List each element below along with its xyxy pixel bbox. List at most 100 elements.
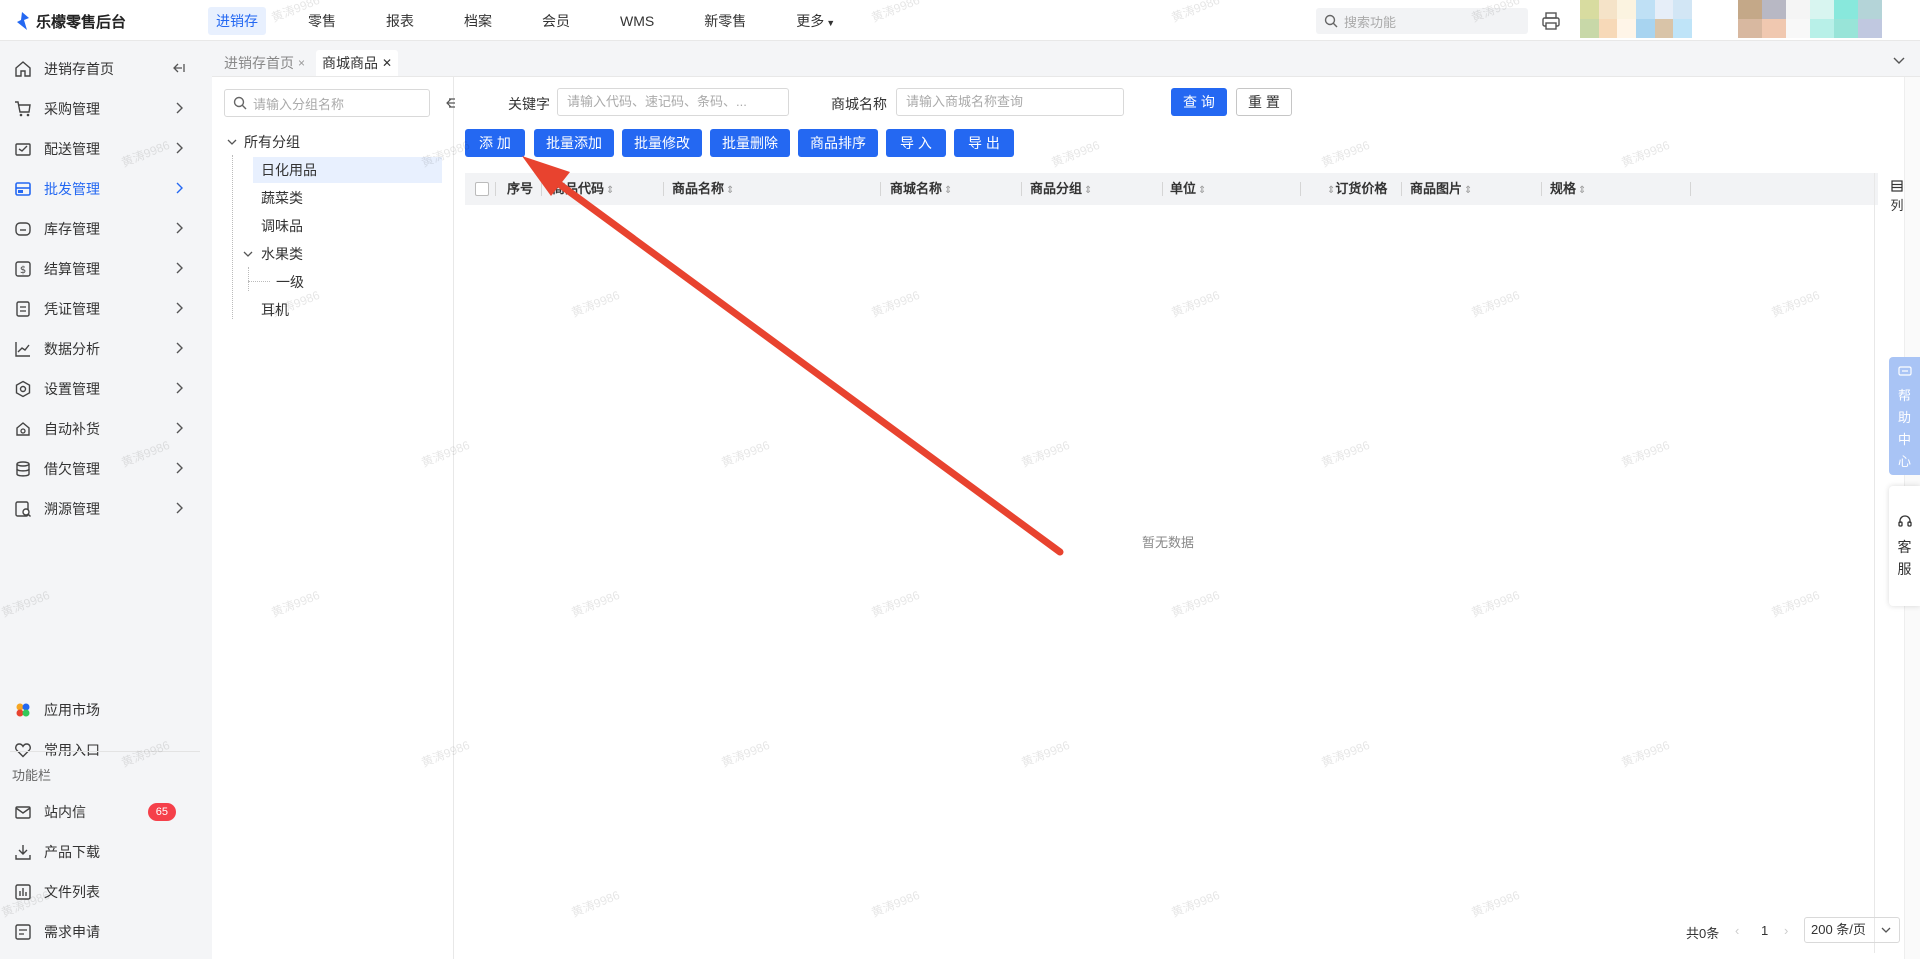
sidebar-item-settlement[interactable]: $ 结算管理 (0, 249, 200, 289)
topnav-item-jinxiaocun[interactable]: 进销存 (208, 7, 266, 35)
topnav-item-archive[interactable]: 档案 (456, 7, 500, 35)
chevron-right-icon (176, 502, 183, 514)
column-title: 商城名称 (890, 181, 943, 196)
next-page-icon[interactable]: › (1784, 923, 1788, 938)
sidebar-item-data-analysis[interactable]: 数据分析 (0, 329, 200, 369)
query-button[interactable]: 查 询 (1171, 88, 1227, 116)
tree-node-fruits[interactable]: 水果类 (261, 241, 303, 267)
sidebar-item-trace[interactable]: 溯源管理 (0, 489, 200, 529)
topnav-item-report[interactable]: 报表 (378, 7, 422, 35)
topnav-item-retail[interactable]: 零售 (300, 7, 344, 35)
chevron-right-icon (176, 142, 183, 154)
sidebar-item-favorites[interactable]: 常用入口 (0, 730, 200, 770)
service-char: 客 (1897, 539, 1912, 555)
column-header-code[interactable]: 商品代码 ⇕ (552, 173, 614, 205)
column-header-image[interactable]: 商品图片 ⇕ (1410, 173, 1472, 205)
help-chat-icon (1897, 366, 1912, 376)
download-icon (14, 843, 32, 861)
sidebar-item-debt[interactable]: 借欠管理 (0, 449, 200, 489)
batch-edit-button[interactable]: 批量修改 (622, 129, 702, 157)
help-char: 助 (1897, 410, 1911, 425)
collapse-sidebar-icon[interactable] (172, 61, 186, 75)
tree-node-level-one[interactable]: 一级 (276, 269, 304, 295)
group-search-input[interactable]: 请输入分组名称 (224, 89, 430, 117)
tree-node-root[interactable]: 所有分组 (244, 129, 300, 155)
sidebar-item-settings[interactable]: 设置管理 (0, 369, 200, 409)
sidebar-item-product-download[interactable]: 产品下载 (0, 832, 200, 872)
sidebar-item-label: 结算管理 (44, 261, 100, 277)
user-avatar-mosaic[interactable] (1580, 0, 1692, 38)
batch-add-button[interactable]: 批量添加 (534, 129, 614, 157)
batch-delete-button[interactable]: 批量删除 (710, 129, 790, 157)
column-header-mall-name[interactable]: 商城名称 ⇕ (890, 173, 952, 205)
help-center-button[interactable]: 帮 助 中 心 (1889, 357, 1920, 475)
sidebar-item-label: 溯源管理 (44, 501, 100, 517)
sidebar-item-messages[interactable]: 站内信 65 (0, 792, 200, 832)
sidebar-item-voucher[interactable]: 凭证管理 (0, 289, 200, 329)
import-button[interactable]: 导 入 (886, 129, 946, 157)
topnav-item-new-retail[interactable]: 新零售 (696, 7, 754, 35)
tab-label: 进销存首页 (224, 55, 294, 71)
sidebar-item-file-list[interactable]: 文件列表 (0, 872, 200, 912)
sidebar-item-wholesale[interactable]: 批发管理 (0, 169, 200, 209)
topnav-item-more[interactable]: 更多 ▼ (788, 7, 843, 35)
close-icon[interactable]: ✕ (382, 50, 392, 76)
tree-node-earphones[interactable]: 耳机 (261, 297, 289, 323)
sort-icon: ⇕ (1084, 185, 1093, 196)
settlement-icon: $ (14, 260, 32, 278)
wholesale-icon (14, 180, 32, 198)
tree-node-seasoning[interactable]: 调味品 (261, 213, 303, 239)
column-title: 规格 (1550, 181, 1577, 196)
sidebar-item-delivery[interactable]: 配送管理 (0, 129, 200, 169)
select-all-checkbox[interactable] (475, 182, 489, 196)
goods-sort-button[interactable]: 商品排序 (798, 129, 878, 157)
tree-node-daily-chemicals[interactable]: 日化用品 (253, 157, 442, 183)
sidebar-item-label: 采购管理 (44, 101, 100, 117)
topnav-item-member[interactable]: 会员 (534, 7, 578, 35)
tab-mall-goods[interactable]: 商城商品 ✕ (316, 50, 399, 76)
column-header-spec[interactable]: 规格 ⇕ (1550, 173, 1586, 205)
sidebar-item-purchase[interactable]: 采购管理 (0, 89, 200, 129)
customer-service-button[interactable]: 客 服 (1889, 486, 1920, 606)
chevron-down-icon (1881, 927, 1891, 933)
printer-icon[interactable] (1540, 10, 1562, 32)
expand-arrow-icon[interactable] (226, 136, 238, 148)
request-icon (14, 923, 32, 941)
keyword-input[interactable]: 请输入代码、速记码、条码、... (557, 88, 789, 116)
column-header-name[interactable]: 商品名称 ⇕ (672, 173, 734, 205)
app-market-icon (14, 701, 32, 719)
service-char: 服 (1897, 561, 1912, 577)
user-name-mosaic[interactable] (1738, 0, 1882, 38)
sidebar-item-inventory[interactable]: 库存管理 (0, 209, 200, 249)
sidebar-item-label: 数据分析 (44, 341, 100, 357)
column-header-order-price[interactable]: ⇕订货价格 (1325, 173, 1387, 205)
export-button[interactable]: 导 出 (954, 129, 1014, 157)
chevron-down-icon[interactable] (1892, 53, 1906, 67)
sidebar-item-home[interactable]: 进销存首页 (0, 49, 200, 89)
column-header-unit[interactable]: 单位 ⇕ (1170, 173, 1206, 205)
add-button[interactable]: 添 加 (465, 129, 525, 157)
sidebar-item-auto-restock[interactable]: 自动补货 (0, 409, 200, 449)
column-separator (1401, 182, 1402, 196)
mall-name-input[interactable]: 请输入商城名称查询 (896, 88, 1124, 116)
expand-arrow-icon[interactable] (242, 248, 254, 260)
sidebar-item-request[interactable]: 需求申请 (0, 912, 200, 952)
reset-button[interactable]: 重 置 (1236, 88, 1292, 116)
page-size-value: 200 条/页 (1811, 922, 1866, 937)
sidebar-item-app-market[interactable]: 应用市场 (0, 690, 200, 730)
tree-node-vegetables[interactable]: 蔬菜类 (261, 185, 303, 211)
prev-page-icon[interactable]: ‹ (1735, 923, 1739, 938)
keyword-label: 关键字 (508, 96, 550, 112)
page-number-1[interactable]: 1 (1761, 923, 1768, 938)
heart-icon (14, 741, 32, 759)
close-icon[interactable]: × (298, 50, 305, 76)
page-size-select[interactable]: 200 条/页 (1804, 917, 1900, 943)
sidebar-item-label: 库存管理 (44, 221, 100, 237)
topnav-item-wms[interactable]: WMS (612, 7, 662, 35)
brand[interactable]: 乐檬零售后台 (14, 10, 126, 32)
column-header-index: 序号 (507, 181, 534, 196)
tab-jinxiaocun-home[interactable]: 进销存首页 × (218, 50, 311, 76)
column-header-group[interactable]: 商品分组 ⇕ (1030, 173, 1092, 205)
sidebar-item-label: 文件列表 (44, 884, 100, 900)
function-search-input[interactable]: 搜索功能 (1316, 8, 1528, 34)
